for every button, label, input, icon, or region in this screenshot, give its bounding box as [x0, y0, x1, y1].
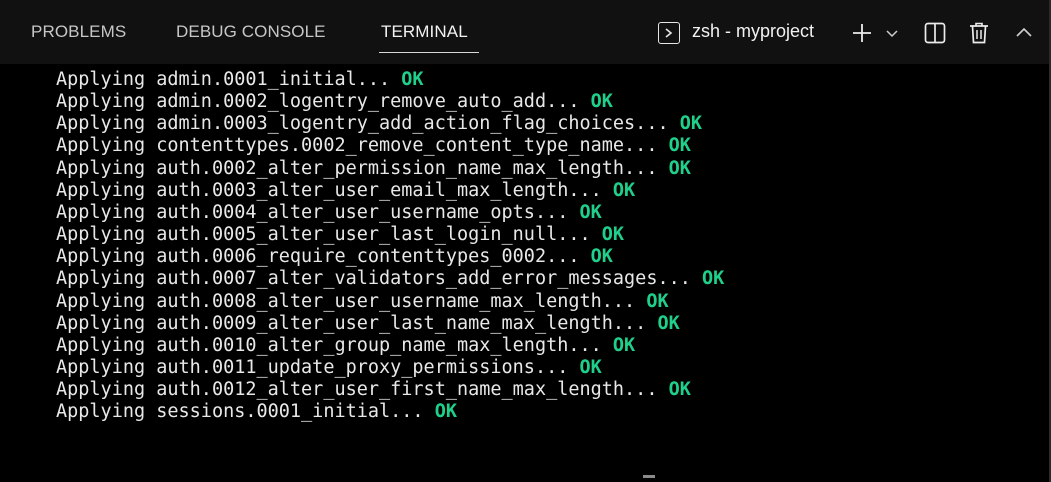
terminal-line: Applying auth.0009_alter_user_last_name_… [56, 313, 680, 335]
status-ok: OK [668, 135, 691, 157]
migration-name: auth.0005_alter_user_last_login_null... [156, 224, 591, 245]
line-prefix: Applying [56, 179, 146, 201]
panel-tab-bar: PROBLEMS DEBUG CONSOLE TERMINAL zsh - my… [0, 0, 1049, 64]
line-prefix: Applying [56, 135, 146, 157]
migration-name: auth.0006_require_contenttypes_0002... [156, 246, 580, 268]
terminal-line: Applying auth.0007_alter_validators_add_… [56, 268, 724, 290]
line-prefix: Applying [56, 268, 146, 290]
status-ok: OK [401, 69, 424, 90]
tab-problems[interactable]: PROBLEMS [31, 22, 126, 42]
status-ok: OK [434, 401, 457, 423]
terminal-line: Applying auth.0003_alter_user_email_max_… [56, 180, 635, 202]
status-ok: OK [646, 290, 669, 312]
terminal-selector[interactable]: zsh - myproject [692, 21, 814, 42]
terminal-line: Applying auth.0011_update_proxy_permissi… [56, 357, 602, 379]
migration-name: auth.0007_alter_validators_add_error_mes… [156, 268, 691, 290]
status-ok: OK [668, 157, 691, 179]
line-prefix: Applying [56, 69, 146, 90]
migration-name: auth.0009_alter_user_last_name_max_lengt… [156, 312, 647, 334]
active-tab-indicator [379, 52, 479, 53]
line-prefix: Applying [56, 312, 146, 334]
terminal-line: Applying admin.0002_logentry_remove_auto… [56, 91, 613, 113]
status-ok: OK [590, 246, 613, 268]
terminal-icon [658, 22, 680, 44]
status-ok: OK [579, 356, 602, 378]
terminal-line: Applying auth.0010_alter_group_name_max_… [56, 335, 635, 357]
status-ok: OK [612, 334, 636, 356]
terminal-line: Applying auth.0012_alter_user_first_name… [56, 379, 691, 401]
migration-name: auth.0010_alter_group_name_max_length... [156, 334, 602, 356]
line-prefix: Applying [56, 224, 146, 245]
terminal-line: Applying auth.0008_alter_user_username_m… [56, 291, 669, 313]
status-ok: OK [702, 268, 725, 290]
terminal-line: Applying auth.0005_alter_user_last_login… [56, 224, 624, 246]
terminal-line: Applying contenttypes.0002_remove_conten… [56, 135, 691, 157]
migration-name: sessions.0001_initial... [156, 401, 424, 423]
migration-name: auth.0003_alter_user_email_max_length... [156, 179, 602, 201]
status-ok: OK [579, 201, 602, 223]
terminal-line: Applying auth.0002_alter_permission_name… [56, 158, 691, 180]
line-prefix: Applying [56, 379, 146, 401]
status-ok: OK [612, 179, 636, 201]
status-ok: OK [679, 113, 703, 135]
status-ok: OK [668, 379, 691, 401]
tab-debug-console[interactable]: DEBUG CONSOLE [176, 22, 326, 42]
migration-name: auth.0008_alter_user_username_max_length… [156, 290, 636, 312]
terminal-line: Applying admin.0003_logentry_add_action_… [56, 113, 702, 135]
line-prefix: Applying [56, 356, 146, 378]
chevron-down-icon[interactable] [885, 27, 899, 45]
terminal-line: Applying auth.0006_require_contenttypes_… [56, 246, 613, 268]
migration-name: auth.0012_alter_user_first_name_max_leng… [156, 379, 658, 401]
line-prefix: Applying [56, 290, 146, 312]
line-prefix: Applying [56, 201, 146, 223]
terminal-line: Applying sessions.0001_initial... OK [56, 401, 457, 423]
terminal-line: Applying auth.0004_alter_user_username_o… [56, 202, 602, 224]
line-prefix: Applying [56, 401, 146, 423]
tab-terminal[interactable]: TERMINAL [381, 22, 468, 42]
terminal-line: Applying admin.0001_initial... OK [56, 69, 424, 91]
line-prefix: Applying [56, 91, 146, 113]
line-prefix: Applying [56, 113, 146, 135]
migration-name: auth.0004_alter_user_username_opts... [156, 201, 569, 223]
split-terminal-icon[interactable] [924, 22, 946, 49]
line-prefix: Applying [56, 334, 146, 356]
terminal-panel: PROBLEMS DEBUG CONSOLE TERMINAL zsh - my… [0, 0, 1051, 482]
migration-name: auth.0011_update_proxy_permissions... [156, 356, 569, 378]
line-prefix: Applying [56, 246, 146, 268]
migration-name: admin.0001_initial... [156, 69, 391, 90]
status-ok: OK [590, 91, 613, 113]
migration-name: contenttypes.0002_remove_content_type_na… [156, 135, 658, 157]
status-ok: OK [601, 224, 625, 245]
migration-name: auth.0002_alter_permission_name_max_leng… [156, 157, 658, 179]
chevron-up-icon[interactable] [1015, 25, 1033, 44]
line-prefix: Applying [56, 157, 146, 179]
status-ok: OK [657, 312, 680, 334]
trash-icon[interactable] [969, 21, 989, 50]
migration-name: admin.0003_logentry_add_action_flag_choi… [156, 113, 669, 135]
scroll-indicator [643, 475, 655, 478]
plus-icon[interactable] [851, 22, 873, 49]
migration-name: admin.0002_logentry_remove_auto_add... [156, 91, 580, 113]
